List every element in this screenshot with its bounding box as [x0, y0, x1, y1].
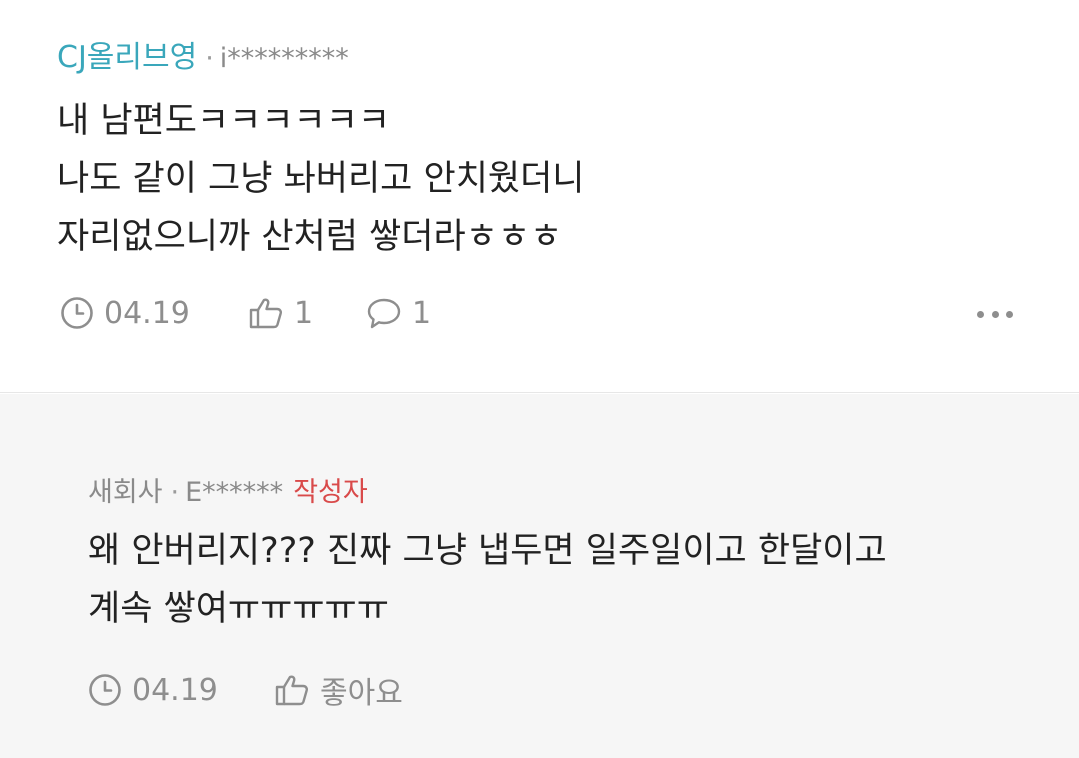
company-name[interactable]: CJ올리브영 — [57, 40, 197, 75]
date-label: 04.19 — [132, 672, 218, 708]
reply-count: 1 — [412, 295, 432, 331]
clock-icon — [60, 296, 94, 330]
comment-line: 내 남편도ㅋㅋㅋㅋㅋㅋ — [57, 101, 391, 141]
company-name[interactable]: 새회사 — [88, 477, 163, 508]
comment-line: 나도 같이 그냥 놔버리고 안치웠더니 — [57, 159, 585, 199]
author-badge: 작성자 — [293, 477, 368, 508]
more-dots-icon[interactable] — [977, 304, 1013, 324]
like-label: 좋아요 — [320, 676, 403, 711]
speech-bubble-icon — [366, 296, 402, 330]
comment-actions: 04.19 1 1 — [60, 293, 431, 333]
user-id: i********* — [219, 43, 349, 74]
comment-body: 내 남편도ㅋㅋㅋㅋㅋㅋ 나도 같이 그냥 놔버리고 안치웠더니 자리없으니까 산… — [57, 92, 585, 266]
comment-line: 자리없으니까 산처럼 쌓더라ㅎㅎㅎ — [57, 217, 563, 257]
thumbs-up-icon — [274, 673, 310, 707]
like-button[interactable]: 1 — [248, 296, 366, 331]
thumbs-up-icon — [248, 296, 284, 330]
clock-icon — [88, 673, 122, 707]
reply-line: 왜 안버리지??? 진짜 그냥 냅두면 일주일이고 한달이고 — [88, 531, 887, 571]
comment-card: CJ올리브영 · i********* 내 남편도ㅋㅋㅋㅋㅋㅋ 나도 같이 그냥 놔… — [0, 0, 1079, 393]
meta-separator: · — [170, 477, 180, 508]
comment-meta: CJ올리브영 · i********* — [57, 42, 349, 75]
reply-actions: 04.19 좋아요 — [88, 668, 403, 712]
reply-card: 새회사 · E****** 작성자 왜 안버리지??? 진짜 그냥 냅두면 일주일이고… — [0, 394, 1079, 758]
reply-line: 계속 쌓여ㅠㅠㅠㅠㅠ — [88, 589, 389, 629]
reply-meta: 새회사 · E****** 작성자 — [88, 477, 368, 509]
reply-body: 왜 안버리지??? 진짜 그냥 냅두면 일주일이고 한달이고 계속 쌓여ㅠㅠㅠㅠ… — [88, 522, 887, 638]
like-count: 1 — [294, 295, 314, 331]
comment-date: 04.19 — [60, 296, 248, 331]
like-button[interactable]: 좋아요 — [274, 668, 403, 712]
reply-date: 04.19 — [88, 673, 274, 708]
meta-separator: · — [205, 43, 214, 74]
user-id: E****** — [185, 477, 284, 508]
reply-button[interactable]: 1 — [366, 296, 431, 331]
date-label: 04.19 — [104, 295, 190, 331]
